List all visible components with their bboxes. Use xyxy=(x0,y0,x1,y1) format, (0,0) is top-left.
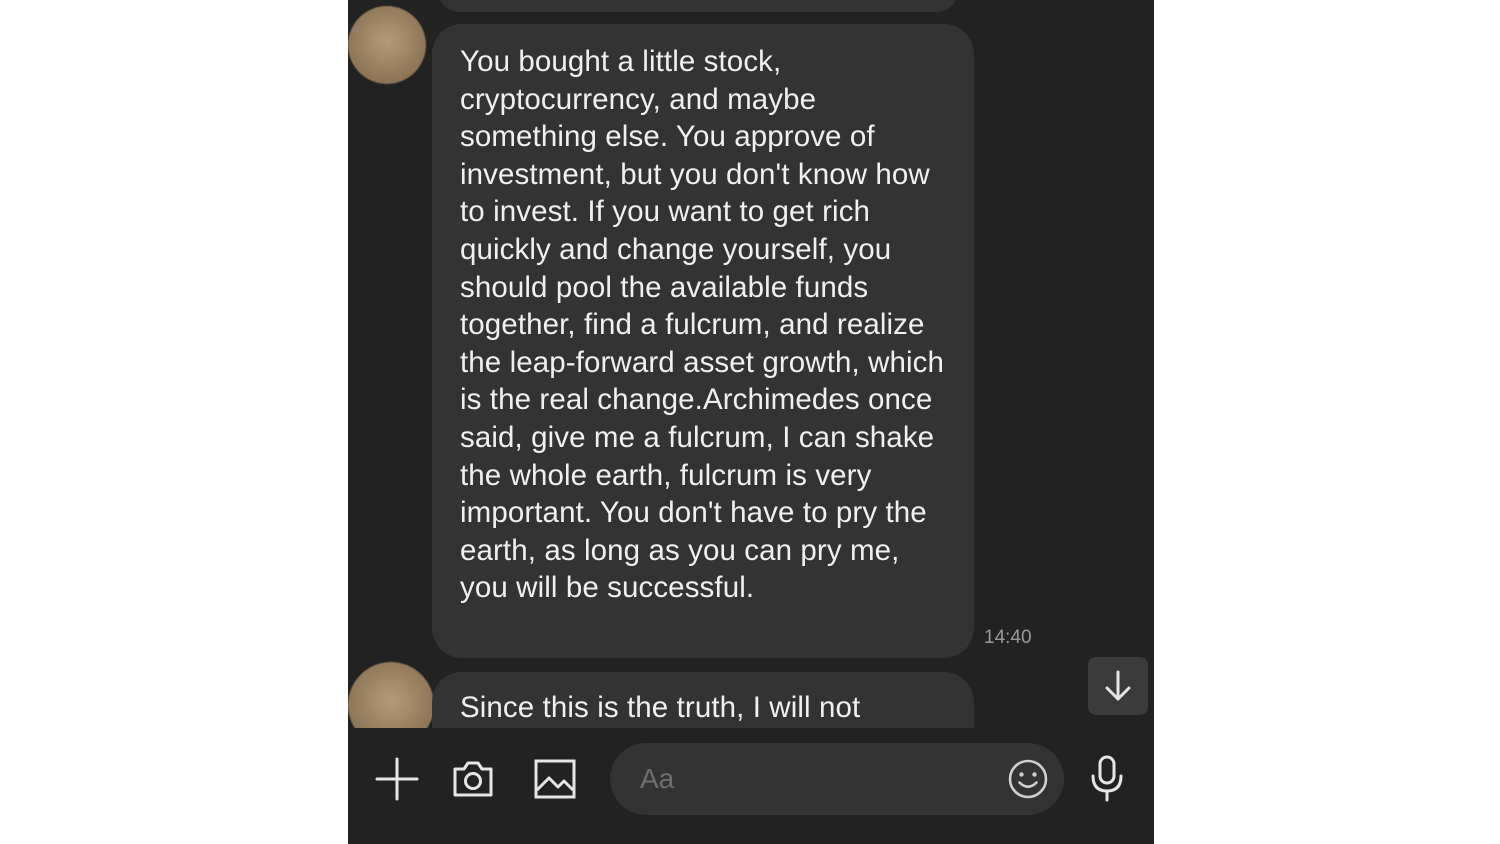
message-composer: Aa xyxy=(348,728,1154,844)
message-text: You bought a little stock, cryptocurrenc… xyxy=(460,45,945,605)
sender-avatar[interactable] xyxy=(348,662,434,728)
scroll-to-bottom-button[interactable] xyxy=(1088,657,1148,715)
chat-screen: You bought a little stock, cryptocurrenc… xyxy=(348,0,1154,844)
message-input[interactable]: Aa xyxy=(610,743,1064,815)
camera-button[interactable] xyxy=(450,756,496,802)
message-bubble[interactable]: You bought a little stock, cryptocurrenc… xyxy=(432,24,974,658)
voice-message-button[interactable] xyxy=(1086,754,1128,804)
camera-icon xyxy=(453,761,493,797)
image-icon xyxy=(534,759,576,799)
plus-icon xyxy=(375,757,419,801)
sender-avatar[interactable] xyxy=(348,6,426,84)
message-text: Since this is the truth, I will not xyxy=(460,691,861,724)
microphone-icon xyxy=(1091,755,1123,802)
emoji-button[interactable] xyxy=(1006,757,1050,801)
add-button[interactable] xyxy=(374,756,420,802)
previous-message-bubble xyxy=(438,0,958,12)
message-timestamp: 14:40 xyxy=(984,627,1032,648)
emoji-icon xyxy=(1008,759,1048,799)
gallery-button[interactable] xyxy=(532,756,578,802)
message-input-placeholder: Aa xyxy=(640,763,675,794)
message-bubble[interactable]: Since this is the truth, I will not xyxy=(432,672,974,728)
message-list[interactable]: You bought a little stock, cryptocurrenc… xyxy=(348,0,1154,728)
arrow-down-icon xyxy=(1105,670,1131,701)
